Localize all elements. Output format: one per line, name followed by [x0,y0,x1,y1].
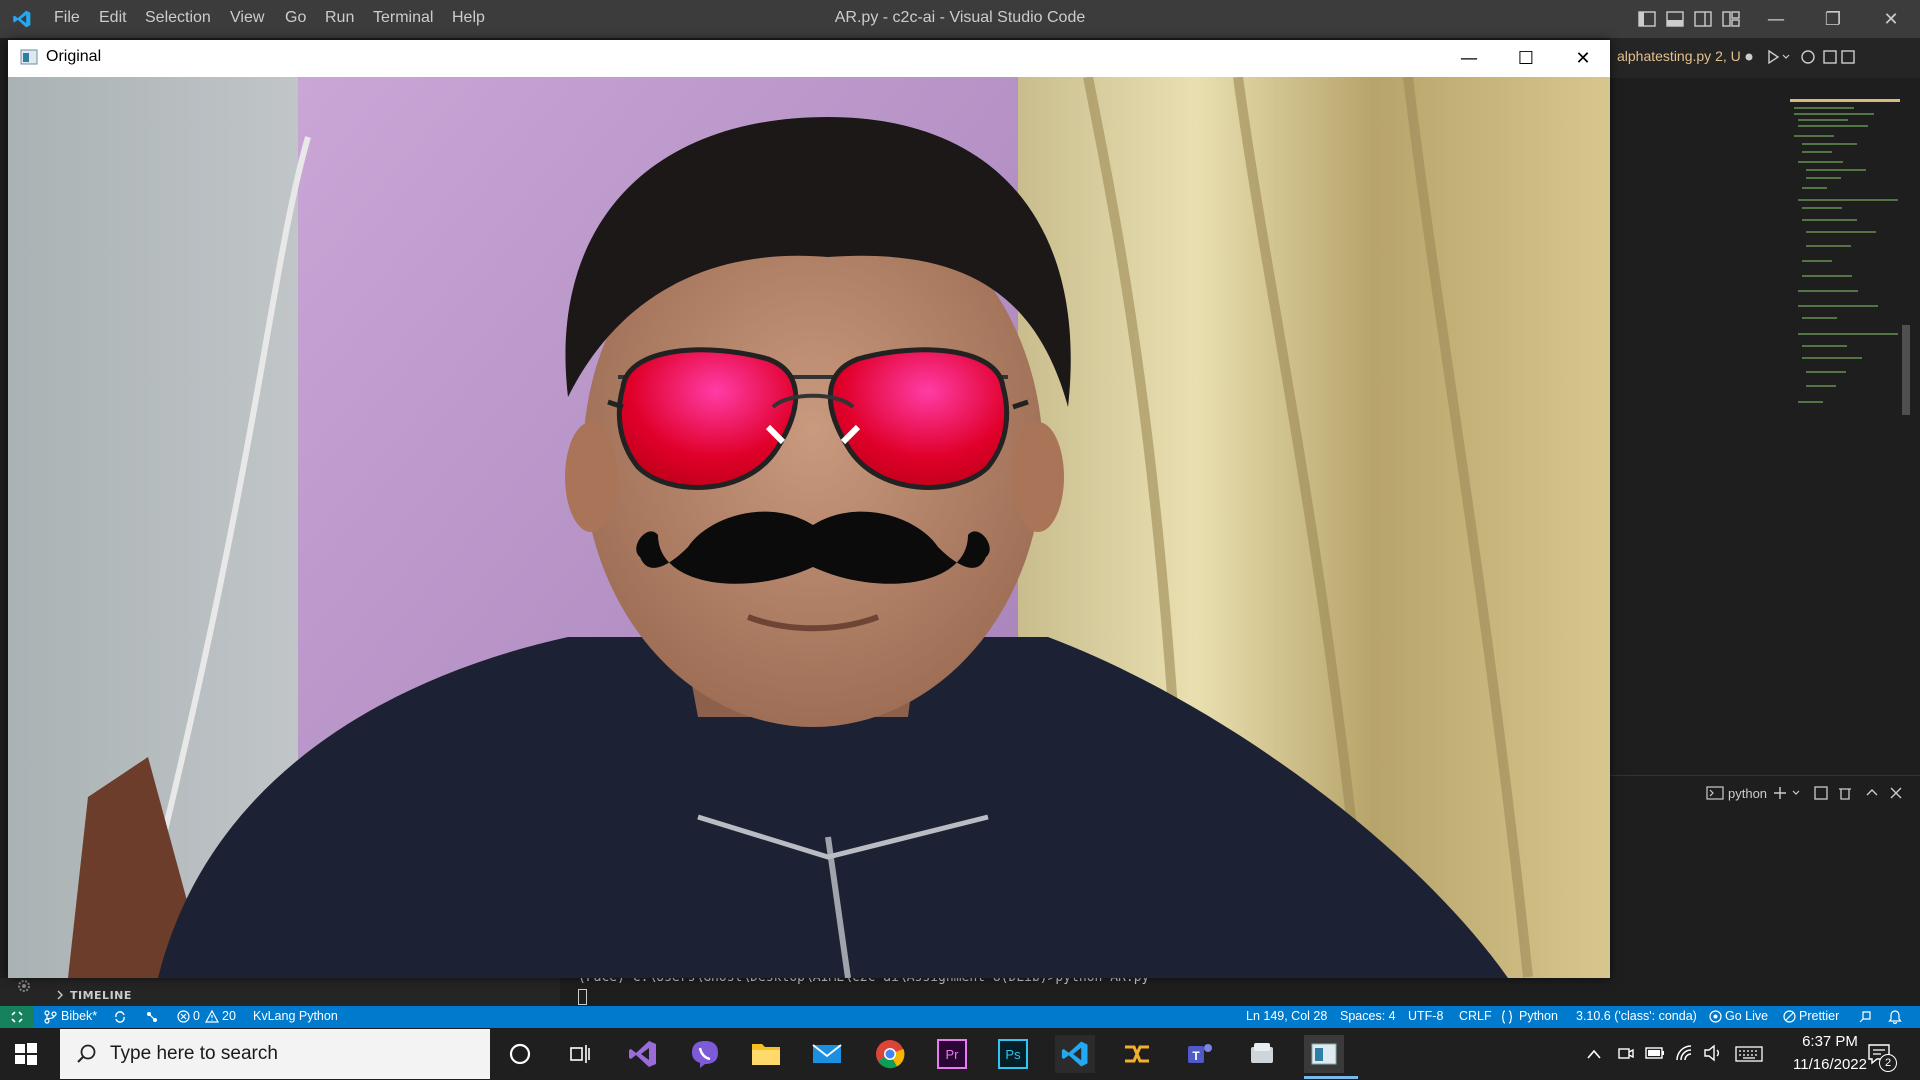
editor-tab-alphatesting[interactable]: alphatesting.py 2, U [1617,48,1741,64]
original-maximize-icon[interactable]: ☐ [1497,40,1555,77]
statusbar-eol[interactable]: CRLF [1459,1009,1492,1023]
visual-studio-icon[interactable] [623,1035,663,1073]
webcam-frame [8,77,1610,978]
feedback-icon[interactable] [1858,1010,1872,1024]
statusbar-interpreter[interactable]: 3.10.6 ('class': conda) [1576,1009,1697,1023]
windows-start-icon[interactable] [14,1042,38,1066]
toggle-secondary-sidebar-icon[interactable] [1694,10,1712,28]
braces-icon [1501,1010,1513,1024]
menu-file[interactable]: File [54,9,80,27]
menu-run[interactable]: Run [325,9,354,27]
statusbar-position[interactable]: Ln 149, Col 28 [1246,1009,1327,1023]
active-window-indicator [1304,1076,1358,1079]
network-tool-icon[interactable] [1117,1035,1157,1073]
git-branch-icon [44,1010,57,1024]
volume-icon[interactable] [1703,1044,1723,1062]
menu-terminal[interactable]: Terminal [373,9,433,27]
svg-text:T: T [1192,1049,1200,1063]
python-app-icon[interactable] [1242,1035,1282,1073]
svg-text:Ps: Ps [1005,1047,1021,1062]
chrome-icon[interactable] [870,1035,910,1073]
toggle-panel-icon[interactable] [1666,10,1684,28]
statusbar-encoding[interactable]: UTF-8 [1408,1009,1443,1023]
notification-count-badge: 2 [1879,1054,1897,1072]
statusbar-language[interactable]: Python [1519,1009,1558,1023]
battery-icon[interactable] [1645,1046,1665,1060]
remote-icon [11,1011,23,1023]
photoshop-icon[interactable]: Ps [993,1035,1033,1073]
error-icon [177,1010,190,1023]
original-window-taskbar-icon[interactable] [1304,1035,1344,1073]
app-window-icon [20,49,38,65]
terminal-name[interactable]: python [1728,786,1767,801]
terminal-actions [1774,786,1902,800]
taskbar-search-placeholder: Type here to search [110,1043,278,1064]
terminal-icon [1706,786,1724,800]
search-icon [77,1044,96,1063]
toggle-sidebar-icon[interactable] [1638,10,1656,28]
restore-icon[interactable]: ❐ [1810,0,1856,38]
statusbar-errors[interactable]: 0 [193,1009,200,1023]
vscode-taskbar-icon[interactable] [1055,1035,1095,1073]
customize-layout-icon[interactable] [1722,10,1740,28]
file-explorer-icon[interactable] [746,1035,786,1073]
menu-edit[interactable]: Edit [99,9,127,27]
statusbar-branch[interactable]: Bibek* [61,1009,97,1023]
svg-text:Pr: Pr [946,1047,960,1062]
terminal-cursor [578,989,587,1005]
terminal-panel [1610,775,1920,976]
taskbar-clock-time[interactable]: 6:37 PM [1790,1033,1870,1050]
warning-icon [205,1010,219,1023]
statusbar-go-live[interactable]: Go Live [1725,1009,1768,1023]
menu-go[interactable]: Go [285,9,306,27]
notification-bell-icon[interactable] [1888,1009,1902,1024]
menu-view[interactable]: View [230,9,264,27]
task-view-icon[interactable] [560,1035,600,1073]
vscode-logo-icon [13,10,31,28]
cortana-icon[interactable] [500,1035,540,1073]
show-hidden-icons-chevron-up-icon[interactable] [1586,1048,1602,1060]
viber-icon[interactable] [685,1035,725,1073]
original-titlebar[interactable] [8,40,1610,77]
menu-help[interactable]: Help [452,9,485,27]
statusbar-spaces[interactable]: Spaces: 4 [1340,1009,1396,1023]
statusbar-warnings[interactable]: 20 [222,1009,236,1023]
minimap[interactable] [1790,95,1910,485]
original-window: Original — ☐ ✕ [8,40,1610,978]
statusbar-prettier[interactable]: Prettier [1799,1009,1839,1023]
sync-icon[interactable] [113,1010,127,1024]
timeline-label[interactable]: TIMELINE [70,989,132,1002]
menu-selection[interactable]: Selection [145,9,211,27]
settings-gear-icon[interactable] [12,977,36,993]
original-close-icon[interactable]: ✕ [1554,40,1612,77]
meet-now-icon[interactable] [1617,1044,1635,1062]
minimize-icon[interactable]: — [1753,0,1799,38]
statusbar-kvlang[interactable]: KvLang Python [253,1009,338,1023]
wifi-icon[interactable] [1675,1044,1695,1062]
premiere-pro-icon[interactable]: Pr [932,1035,972,1073]
broadcast-icon [1709,1010,1722,1023]
close-icon[interactable]: ✕ [1868,0,1914,38]
git-graph-icon[interactable] [145,1010,159,1024]
mail-icon[interactable] [807,1035,847,1073]
keyboard-icon[interactable] [1735,1046,1763,1062]
original-minimize-icon[interactable]: — [1440,40,1498,77]
prettier-check-icon [1783,1010,1796,1023]
editor-actions [1745,49,1855,65]
teams-icon[interactable]: T [1180,1035,1220,1073]
original-window-title: Original [46,48,102,65]
chevron-right-icon[interactable] [55,990,65,1000]
